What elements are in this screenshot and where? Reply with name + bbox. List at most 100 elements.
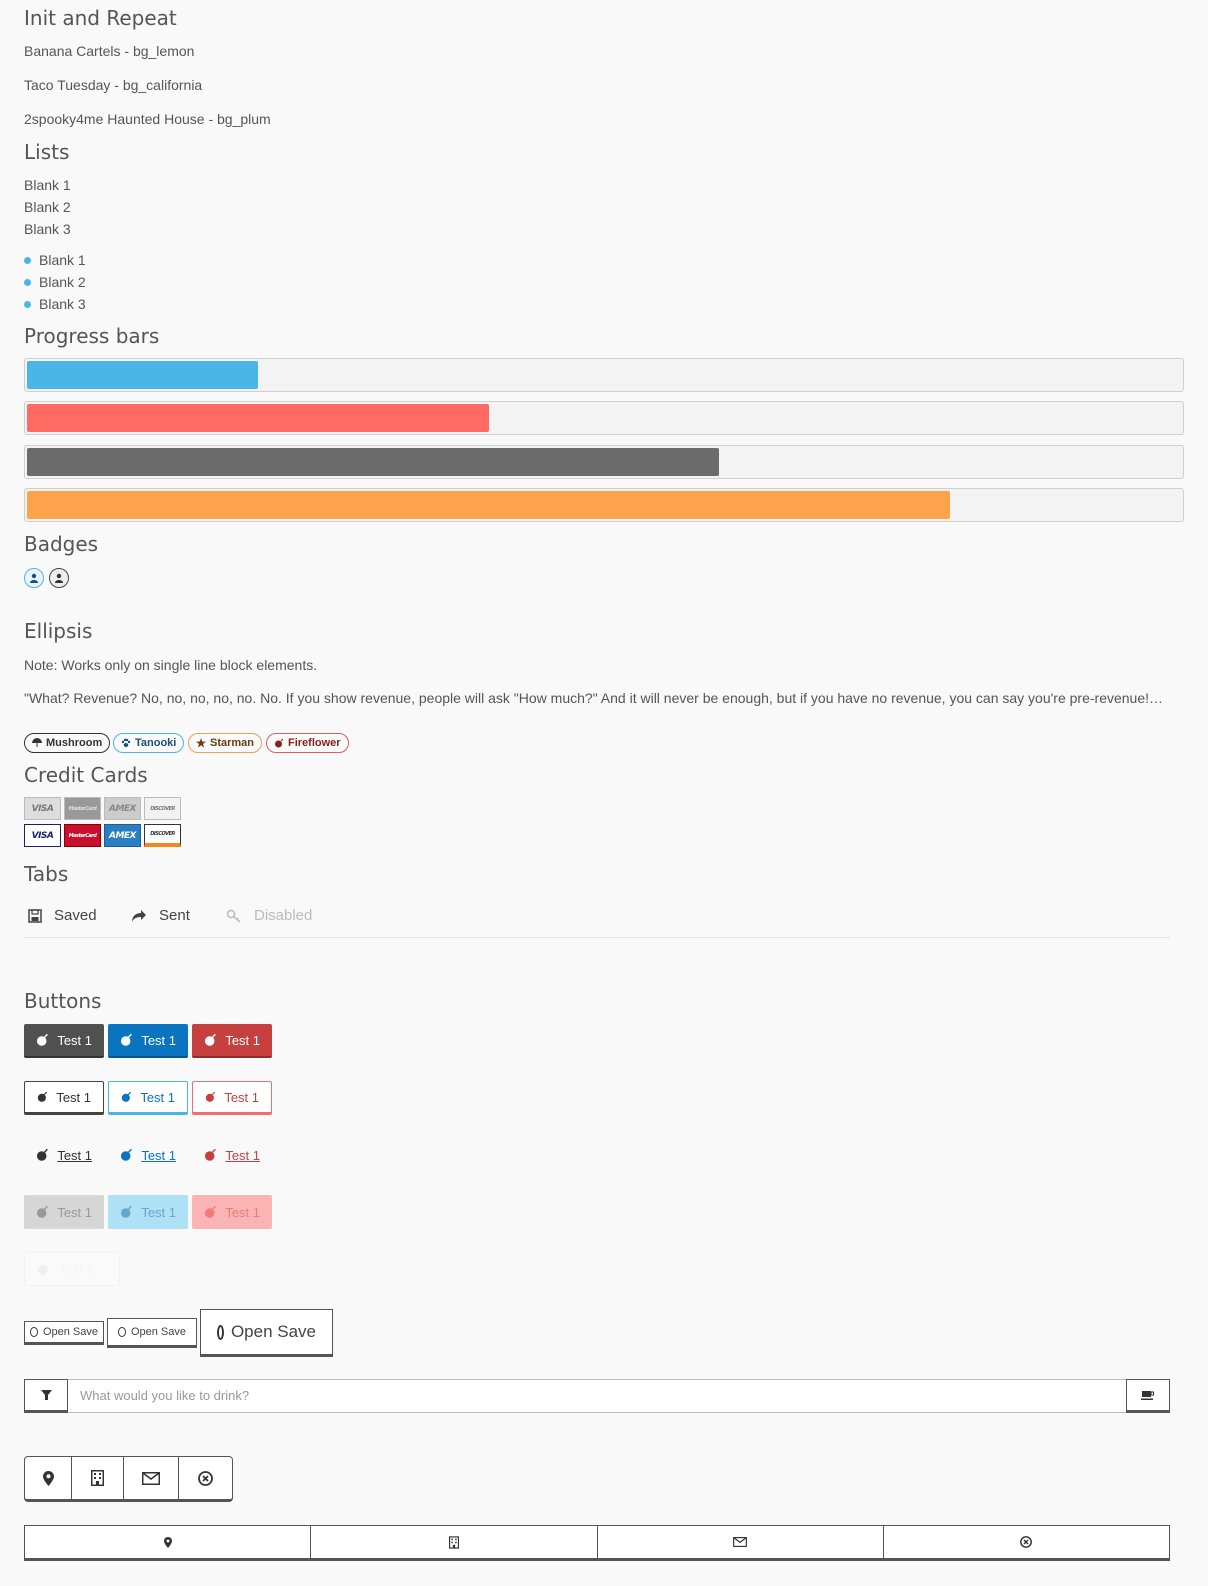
- bomb-icon: [204, 1205, 216, 1218]
- tab-sent[interactable]: Sent: [131, 907, 190, 924]
- umbrella-icon: [32, 738, 42, 747]
- mastercard-card: MasterCard: [64, 824, 101, 847]
- drink-left-addon[interactable]: [24, 1379, 68, 1413]
- bullet-icon: [24, 256, 31, 264]
- paw-icon: [121, 738, 131, 747]
- mastercard-card-gray: MasterCard: [64, 797, 101, 820]
- bullet-list-item: Blank 1: [24, 252, 86, 268]
- open-save-button-large[interactable]: Open Save: [200, 1309, 333, 1357]
- list-item: Blank 2: [24, 199, 71, 215]
- bullet-icon: [24, 300, 31, 308]
- test-link-blue[interactable]: Test 1: [108, 1138, 188, 1172]
- icon-button-group: [24, 1456, 233, 1502]
- progress-bar: [24, 445, 1184, 479]
- test-button-disabled-dark: Test 1: [24, 1195, 104, 1229]
- envelope-icon: [733, 1537, 748, 1547]
- circle-icon: [217, 1324, 224, 1340]
- tab-disabled: Disabled: [226, 907, 312, 924]
- ellipsis-quote: "What? Revenue? No, no, no, no, no. No. …: [24, 690, 1164, 706]
- test-button-blue[interactable]: Test 1: [108, 1024, 188, 1058]
- pill-fireflower: Fireflower: [266, 733, 349, 753]
- progress-fill: [27, 404, 489, 432]
- test-button-dark[interactable]: Test 1: [24, 1024, 104, 1058]
- circle-icon: [118, 1327, 126, 1337]
- glass-icon: [40, 1390, 52, 1400]
- close-circle-icon: [1020, 1536, 1033, 1548]
- bomb-icon: [275, 738, 284, 748]
- test-button-disabled-blue: Test 1: [108, 1195, 188, 1229]
- building-button[interactable]: [72, 1456, 124, 1502]
- user-icon: [55, 573, 63, 583]
- test-button-red[interactable]: Test 1: [192, 1024, 272, 1058]
- test-button-outline-dark[interactable]: Test 1: [24, 1081, 104, 1115]
- bomb-icon: [37, 1091, 48, 1102]
- drink-input[interactable]: What would you like to drink?: [68, 1379, 1126, 1413]
- discover-card-gray: DISCOVER: [144, 797, 181, 820]
- init-repeat-heading: Init and Repeat: [24, 6, 177, 30]
- circle-icon: [30, 1327, 38, 1337]
- close-button-wide[interactable]: [883, 1525, 1170, 1561]
- ghost-button[interactable]: Test 1: [24, 1252, 120, 1286]
- list-item: Blank 1: [24, 177, 71, 193]
- progress-fill: [27, 491, 951, 519]
- envelope-button-wide[interactable]: [597, 1525, 884, 1561]
- buttons-heading: Buttons: [24, 989, 102, 1013]
- test-button-outline-blue[interactable]: Test 1: [108, 1081, 188, 1115]
- bomb-icon: [120, 1148, 132, 1161]
- test-link-dark[interactable]: Test 1: [24, 1138, 104, 1172]
- open-save-button-medium[interactable]: Open Save: [107, 1318, 197, 1348]
- bomb-icon: [204, 1033, 216, 1046]
- floppy-icon: [28, 908, 42, 923]
- credit-cards-heading: Credit Cards: [24, 763, 148, 787]
- test-button-outline-red[interactable]: Test 1: [192, 1081, 272, 1115]
- visa-card-gray: VISA: [24, 797, 61, 820]
- test-button-disabled-red: Test 1: [192, 1195, 272, 1229]
- location-button-wide[interactable]: [24, 1525, 312, 1561]
- coffee-icon: [1141, 1391, 1154, 1400]
- init-item: Taco Tuesday - bg_california: [24, 77, 203, 93]
- key-icon: [226, 909, 241, 923]
- ellipsis-note: Note: Works only on single line block el…: [24, 657, 318, 673]
- badges-heading: Badges: [24, 532, 99, 556]
- open-save-button-small[interactable]: Open Save: [24, 1321, 104, 1345]
- lists-heading: Lists: [24, 140, 70, 164]
- bomb-icon: [36, 1033, 48, 1046]
- drink-input-group: What would you like to drink?: [24, 1379, 1170, 1413]
- pill-starman: Starman: [188, 733, 263, 753]
- progress-bar: [24, 401, 1184, 435]
- visa-card: VISA: [24, 824, 61, 847]
- map-marker-icon: [163, 1536, 172, 1548]
- building-button-wide[interactable]: [311, 1525, 598, 1561]
- star-icon: [196, 738, 206, 748]
- bomb-icon: [38, 1265, 48, 1275]
- envelope-button[interactable]: [124, 1456, 179, 1502]
- bomb-icon: [121, 1091, 132, 1102]
- bomb-icon: [204, 1148, 216, 1161]
- pill-tanooki: Tanooki: [113, 733, 185, 753]
- init-item: 2spooky4me Haunted House - bg_plum: [24, 111, 271, 127]
- close-button[interactable]: [179, 1456, 233, 1502]
- bomb-icon: [205, 1091, 216, 1102]
- drink-right-addon[interactable]: [1126, 1379, 1170, 1413]
- tabs-divider: [24, 937, 1170, 938]
- tab-saved[interactable]: Saved: [28, 907, 97, 924]
- init-item: Banana Cartels - bg_lemon: [24, 43, 195, 59]
- building-icon: [91, 1470, 104, 1486]
- bomb-icon: [120, 1033, 132, 1046]
- amex-card: AMEX: [104, 824, 141, 847]
- share-icon: [132, 909, 146, 922]
- location-button[interactable]: [24, 1456, 72, 1502]
- progress-bar: [24, 488, 1184, 522]
- close-circle-icon: [198, 1470, 213, 1486]
- user-badge: [24, 568, 44, 588]
- user-badge: [49, 568, 69, 588]
- amex-card-gray: AMEX: [104, 797, 141, 820]
- envelope-icon: [142, 1471, 160, 1485]
- test-link-red[interactable]: Test 1: [192, 1138, 272, 1172]
- tabs-heading: Tabs: [24, 862, 69, 886]
- discover-card: DISCOVER: [144, 824, 181, 847]
- bullet-icon: [24, 278, 31, 286]
- ellipsis-heading: Ellipsis: [24, 619, 93, 643]
- progress-heading: Progress bars: [24, 324, 160, 348]
- bullet-list-item: Blank 2: [24, 274, 86, 290]
